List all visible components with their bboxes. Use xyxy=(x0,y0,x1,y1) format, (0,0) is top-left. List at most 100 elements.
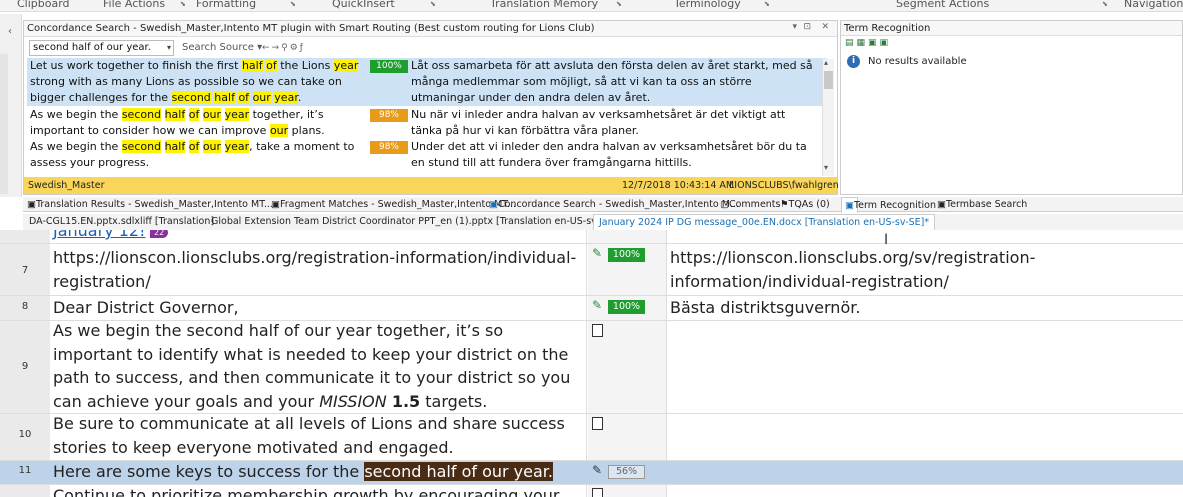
match-percent-badge: 100% xyxy=(608,248,645,262)
tab-label: Term Recognition xyxy=(853,200,936,211)
segment-row[interactable]: 10 Be sure to communicate at all levels … xyxy=(0,414,1183,460)
arrow-left-icon[interactable]: ← xyxy=(262,43,272,53)
selected-text[interactable]: second half of our year. xyxy=(364,462,553,481)
source-bold-text: 1.5 xyxy=(391,391,421,411)
ribbon-group-segment-actions[interactable]: Segment Actions xyxy=(896,0,989,10)
expand-icon[interactable]: ⬊ xyxy=(290,0,296,8)
status-user: LIONSCLUBS\fwahlgren xyxy=(729,180,839,191)
highlighted-match-text: second xyxy=(121,140,162,153)
concordance-panel-title: Concordance Search - Swedish_Master,Inte… xyxy=(24,21,837,37)
doc-tab[interactable]: DA-CGL15.EN.pptx.sdlxliff [Translation] xyxy=(29,214,214,230)
left-rail: ‹ xyxy=(0,14,22,197)
segment-target[interactable]: https://lionscon.lionsclubs.org/sv/regis… xyxy=(670,246,1183,293)
settings-icon[interactable]: ▣ xyxy=(880,38,892,48)
info-icon: i xyxy=(847,55,860,68)
segment-row[interactable]: 8 Dear District Governor, ✎ 100% Bästa d… xyxy=(0,296,1183,320)
collapse-left-icon[interactable]: ‹ xyxy=(8,26,12,37)
term-recognition-title: Term Recognition xyxy=(841,21,1182,36)
source-text: Here are some keys to success for the xyxy=(53,462,365,481)
ribbon-group-navigation[interactable]: Navigation xyxy=(1124,0,1183,10)
concordance-scrollbar[interactable]: ▴ ▾ xyxy=(822,58,834,176)
editor-grid: January 12! 22 7 https://lionscon.lionsc… xyxy=(0,230,1183,497)
segment-status xyxy=(588,414,666,460)
concordance-result-row[interactable]: As we begin the second half of our year … xyxy=(27,107,827,139)
segment-row-active[interactable]: 11 Here are some keys to success for the… xyxy=(0,461,1183,484)
segment-number: 8 xyxy=(21,301,29,312)
tag-badge[interactable]: 22 xyxy=(150,230,169,238)
segment-source[interactable]: Dear District Governor, xyxy=(53,296,586,320)
concordance-result-row[interactable]: As we begin the second half of our year,… xyxy=(27,139,827,171)
match-score-badge: 100% xyxy=(370,60,408,73)
highlighted-match-text: of xyxy=(188,140,200,153)
expand-icon[interactable]: ⬊ xyxy=(1102,0,1108,8)
ribbon-group-quickinsert[interactable]: QuickInsert xyxy=(332,0,395,10)
highlighted-match-text: second xyxy=(171,91,211,104)
term-toolbar: ▤▦▣▣ xyxy=(845,38,891,48)
tab-fragment-matches[interactable]: ▣ Fragment Matches - Swedish_Master,Inte… xyxy=(271,197,516,212)
concordance-result-source: As we begin the second half of our year,… xyxy=(27,139,363,171)
tab-term-recognition[interactable]: ▣ Term Recognition xyxy=(841,197,936,213)
segment-source[interactable]: Continue to prioritize membership growth… xyxy=(53,484,586,497)
options-icon[interactable]: ⚙ xyxy=(290,43,300,53)
close-icon[interactable]: ✕ xyxy=(821,22,829,32)
dropdown-icon[interactable]: ▾ xyxy=(792,22,797,32)
concordance-result-target: Under det att vi inleder den andra halva… xyxy=(411,140,807,169)
ribbon-group-formatting[interactable]: Formatting xyxy=(196,0,256,10)
chevron-down-icon[interactable]: ▾ xyxy=(167,40,171,56)
tab-comments[interactable]: ▢ Comments xyxy=(720,197,780,212)
filter-icon[interactable]: ƒ xyxy=(300,43,305,53)
text-cursor-icon: I xyxy=(884,232,889,248)
concordance-result-row[interactable]: Let us work together to finish the first… xyxy=(27,58,827,106)
ribbon-group-translation-memory[interactable]: Translation Memory xyxy=(490,0,598,10)
segment-status xyxy=(588,485,666,497)
tab-translation-results[interactable]: ▣ Translation Results - Swedish_Master,I… xyxy=(27,197,273,212)
segment-row[interactable]: 9 As we begin the second half of our yea… xyxy=(0,321,1183,413)
termbase-icon[interactable]: ▣ xyxy=(868,38,880,48)
grid-icon[interactable]: ▦ xyxy=(857,38,869,48)
expand-icon[interactable]: ⬊ xyxy=(616,0,622,8)
source-text: As we begin the second half of our year … xyxy=(53,321,571,411)
tab-termbase-search[interactable]: ▣ Termbase Search xyxy=(937,197,1027,212)
highlighted-match-text: our xyxy=(269,124,289,137)
concordance-search-input[interactable]: second half of our year. xyxy=(29,40,174,56)
document-icon xyxy=(592,417,603,430)
segment-source[interactable]: Be sure to communicate at all levels of … xyxy=(53,412,586,459)
doc-tab-active[interactable]: January 2024 IP DG message_00e.EN.docx [… xyxy=(593,214,936,231)
ribbon-group-file-actions[interactable]: File Actions xyxy=(103,0,165,10)
list-icon[interactable]: ▤ xyxy=(845,38,857,48)
binoculars-icon[interactable]: ⚲ xyxy=(281,43,290,53)
status-date: 12/7/2018 10:43:14 AM xyxy=(622,180,735,191)
pin-icon[interactable]: ⊡ xyxy=(803,22,811,32)
hyperlink-text[interactable]: January 12! xyxy=(53,230,146,242)
segment-row[interactable]: 7 https://lionscon.lionsclubs.org/regist… xyxy=(0,244,1183,295)
ribbon-bar: Clipboard File Actions ⬊ Formatting ⬊ Qu… xyxy=(0,0,1183,12)
segment-number: 11 xyxy=(18,465,32,476)
match-percent-badge: 100% xyxy=(608,300,645,314)
expand-icon[interactable]: ⬊ xyxy=(180,0,186,8)
tab-concordance-search[interactable]: ▣ Concordance Search - Swedish_Master,In… xyxy=(489,197,739,212)
scroll-thumb[interactable] xyxy=(824,71,833,89)
segment-row-partial[interactable]: January 12! 22 xyxy=(0,230,1183,243)
expand-icon[interactable]: ⬊ xyxy=(764,0,770,8)
segment-target[interactable]: Bästa distriktsguvernör. xyxy=(670,296,1183,320)
expand-icon[interactable]: ⬊ xyxy=(430,0,436,8)
source-text: the Lions xyxy=(276,59,334,72)
segment-source[interactable]: Here are some keys to success for the se… xyxy=(53,460,586,484)
scroll-up-icon[interactable]: ▴ xyxy=(824,58,828,67)
search-source-button[interactable]: Search Source ▾ xyxy=(182,40,262,56)
segment-source[interactable]: https://lionscon.lionsclubs.org/registra… xyxy=(53,246,586,293)
highlighted-match-text: half xyxy=(164,140,186,153)
doc-tab[interactable]: Global Extension Team District Coordinat… xyxy=(211,214,620,230)
status-tm-name: Swedish_Master xyxy=(28,180,105,191)
highlighted-match-text: year xyxy=(224,140,250,153)
scroll-down-icon[interactable]: ▾ xyxy=(824,163,828,172)
term-no-results: No results available xyxy=(868,56,967,67)
segment-row-partial[interactable]: Continue to prioritize membership growth… xyxy=(0,485,1183,497)
arrow-right-icon[interactable]: → xyxy=(272,43,282,53)
segment-number: 7 xyxy=(21,265,29,276)
ribbon-group-clipboard[interactable]: Clipboard xyxy=(17,0,70,10)
segment-number: 10 xyxy=(18,429,32,440)
ribbon-group-terminology[interactable]: Terminology xyxy=(674,0,741,10)
tab-tqas[interactable]: ⚑ TQAs (0) xyxy=(780,197,830,212)
segment-source[interactable]: As we begin the second half of our year … xyxy=(53,319,586,413)
